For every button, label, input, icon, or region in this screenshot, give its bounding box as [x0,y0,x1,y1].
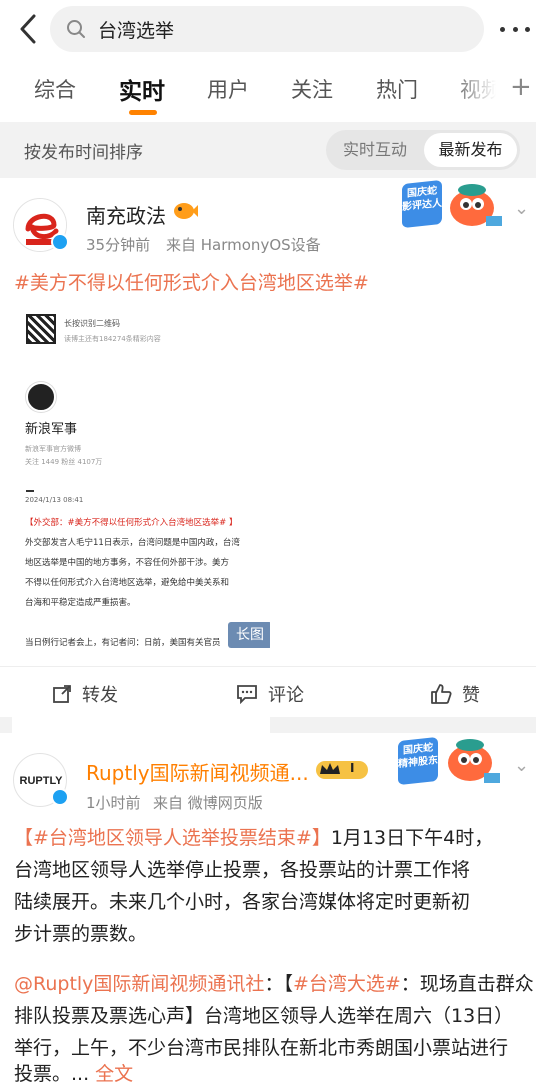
image-body-line: 台海和平稳定造成严重损害。 [25,598,136,608]
tabs-fade [448,60,508,122]
level-badge: I [314,759,370,781]
add-tab-icon[interactable]: + [510,74,532,100]
tab-bar: 综合 实时 用户 关注 热门 视频 + [0,60,536,122]
search-query: 台湾选举 [98,19,175,42]
chevron-down-icon[interactable]: ⌄ [514,198,529,219]
chevron-left-icon [20,14,36,44]
repost-icon [53,685,71,703]
tab-realtime[interactable]: 实时 [119,72,165,106]
post-card: 南充政法 35分钟前 来自 HarmonyOS设备 国庆蛇 影评达人 ⌄ #美方… [0,178,536,830]
image-body-line: 外交部发言人毛宁11日表示，台湾问题是中国内政，台湾 [25,538,240,548]
top-bar: 台湾选举 [0,0,536,60]
image-body-line: 【外交部：#美方不得以任何形式介入台湾地区选举# 】 [25,518,238,528]
like-label: 赞 [462,685,480,706]
image-body-line: 不得以任何形式介入台湾地区选举，避免给中美关系和 [25,578,230,588]
qr-code-icon [26,314,56,344]
sina-military-logo-icon [26,382,56,412]
comment-icon [237,685,257,704]
mascot-icon [448,739,500,783]
divider [26,490,34,492]
image-account-desc: 新浪军事官方微博 [25,445,81,453]
post-text-line: 陆续展开。未来几个小时，各家台湾媒体将定时更新初 [14,891,471,913]
author-name[interactable]: Ruptly国际新闻视频通... [86,757,309,786]
qr-caption: 长按识别二维码 [64,319,120,328]
repost-button[interactable]: 转发 [52,681,118,707]
post-text-line[interactable]: @Ruptly国际新闻视频通讯社：【#台湾大选#：现场直击群众 [14,969,534,996]
text-segment: 1月13日下午4时， [330,827,494,849]
badge-label: 国庆蛇 精神股东 [398,736,438,786]
sort-bar: 按发布时间排序 实时互动 最新发布 [0,122,536,178]
search-input[interactable]: 台湾选举 [50,6,484,52]
verified-badge-icon [51,788,69,806]
post-text-line[interactable]: 【#台湾地区领导人选举投票结束#】1月13日下午4时， [14,823,493,850]
post-text[interactable]: #美方不得以任何形式介入台湾地区选举# [14,268,369,295]
active-tab-indicator [129,110,157,115]
author-name[interactable]: 南充政法 [86,200,166,229]
more-options-button[interactable] [500,18,530,40]
mascot-icon [450,184,502,226]
tab-users[interactable]: 用户 [207,74,249,104]
image-account-name: 新浪军事 [25,422,78,437]
topic-link[interactable]: 【#台湾地区领导人选举投票结束#】 [14,827,331,849]
topic-link[interactable]: #台湾大选# [293,973,401,995]
text-segment: ：现场直击群众 [400,973,534,995]
tab-hot[interactable]: 热门 [376,74,418,104]
crown-icon [316,761,368,779]
sort-toggle: 实时互动 最新发布 [326,130,520,170]
activity-badge[interactable]: 国庆蛇 精神股东 [398,733,508,791]
repost-label: 转发 [82,685,118,706]
post-source: 来自 HarmonyOS设备 [166,236,321,254]
comment-label: 评论 [268,685,304,706]
mention-link[interactable]: @Ruptly国际新闻视频通讯社 [14,973,264,995]
long-image-tag: 长图 [228,622,270,648]
activity-badge[interactable]: 国庆蛇 影评达人 [402,178,510,234]
post-text-line: 步计票的票数。 [14,923,148,945]
back-button[interactable] [14,12,42,46]
badge-label: 国庆蛇 影评达人 [402,179,442,229]
chevron-down-icon[interactable]: ⌄ [514,755,529,776]
dot-icon [500,26,505,32]
post-text-line: 投票。... 全文 [14,1059,133,1086]
image-account-stats: 关注 1449 粉丝 4107万 [25,458,103,466]
post-time: 35分钟前 [86,236,151,254]
tab-following[interactable]: 关注 [291,74,333,104]
search-icon [67,20,85,38]
post-card: RUPTLY Ruptly国际新闻视频通... I 1小时前 来自 微博网页版 … [0,733,536,1087]
verified-badge-icon [51,233,69,251]
like-button[interactable]: 赞 [430,681,480,707]
full-text-link[interactable]: 全文 [95,1063,133,1085]
post-actions: 转发 评论 赞 [0,666,536,718]
post-text-line: 举行，上午，不少台湾市民排队在新北市秀朗国小票站进行 [14,1037,509,1059]
text-segment: 投票。... [14,1063,90,1085]
dot-icon [525,26,530,32]
post-source: 来自 微博网页版 [153,794,263,812]
qr-subcaption: 读博主还有184274条精彩内容 [64,335,161,343]
fish-emoji-icon [174,203,198,219]
level-label: I [350,761,355,775]
sort-option-realtime-interaction[interactable]: 实时互动 [326,130,424,170]
post-time: 1小时前 [86,794,141,812]
comment-button[interactable]: 评论 [236,681,304,707]
dot-icon [512,26,518,32]
sort-option-latest[interactable]: 最新发布 [424,133,517,167]
image-date: 2024/1/13 08:41 [25,496,84,504]
sort-label: 按发布时间排序 [24,143,143,163]
text-segment: ：【 [264,973,293,995]
thumbs-up-icon [431,684,452,704]
post-text-line: 排队投票及票选心声】台湾地区领导人选举在周六（13日） [14,1005,514,1027]
tab-comprehensive[interactable]: 综合 [34,74,76,104]
image-body-line: 当日例行记者会上，有记者问：日前，美国有关官员 [25,638,221,648]
image-body-line: 地区选举是中国的地方事务，不容任何外部干涉。美方 [25,558,230,568]
post-text-line: 台湾地区领导人选举停止投票，各投票站的计票工作将 [14,859,471,881]
